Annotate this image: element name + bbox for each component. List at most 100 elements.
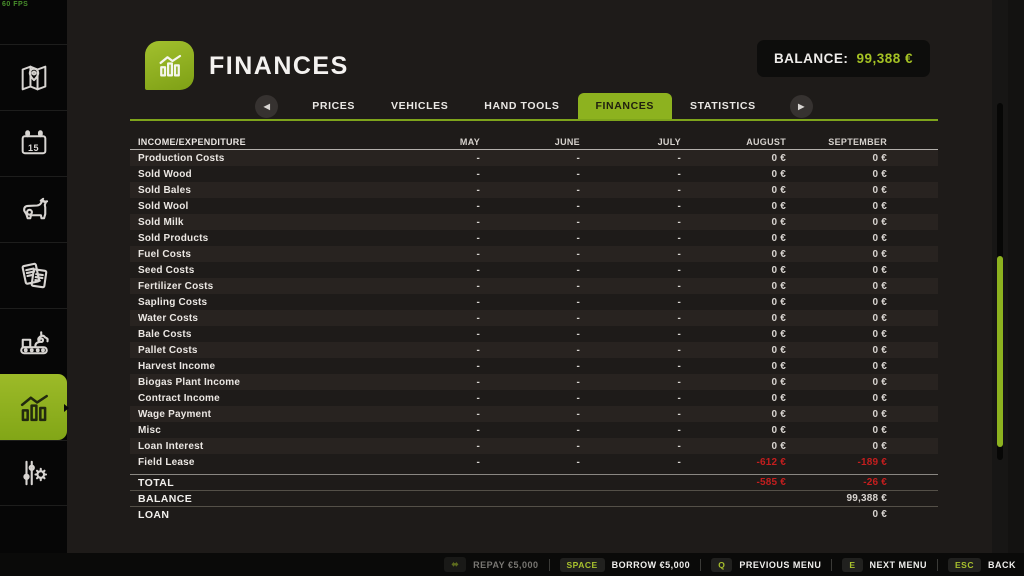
table-summary: TOTAL -585 € -26 € BALANCE 99,388 € LOAN… bbox=[130, 474, 938, 522]
table-row: Bale Costs - - - 0 € 0 € bbox=[130, 326, 938, 342]
cell-may: - bbox=[380, 345, 480, 356]
tab[interactable]: FINANCES bbox=[578, 93, 672, 119]
keybind-hint[interactable]: ESC BACK bbox=[948, 558, 1016, 572]
cell-may: - bbox=[380, 249, 480, 260]
cell-july: - bbox=[580, 457, 681, 468]
table-row: Production Costs - - - 0 € 0 € bbox=[130, 150, 938, 166]
cell-august: 0 € bbox=[681, 361, 786, 372]
tab[interactable]: VEHICLES bbox=[373, 93, 466, 119]
sidebar-item-production[interactable] bbox=[0, 308, 67, 374]
cell-june: - bbox=[480, 393, 580, 404]
cell-september: 0 € bbox=[786, 377, 887, 388]
table-row: Pallet Costs - - - 0 € 0 € bbox=[130, 342, 938, 358]
cell-june: - bbox=[480, 361, 580, 372]
map-icon bbox=[17, 61, 51, 95]
cell-june: - bbox=[480, 201, 580, 212]
cell-july: - bbox=[580, 441, 681, 452]
table-row: Harvest Income - - - 0 € 0 € bbox=[130, 358, 938, 374]
balance-value: 99,388 € bbox=[856, 51, 913, 66]
tab[interactable]: PRICES bbox=[294, 93, 373, 119]
cell-august: 0 € bbox=[681, 441, 786, 452]
row-label: Production Costs bbox=[138, 153, 380, 164]
cell-may: - bbox=[380, 457, 480, 468]
key-cap: E bbox=[842, 558, 862, 572]
row-label: Fuel Costs bbox=[138, 249, 380, 260]
row-label: Sold Wool bbox=[138, 201, 380, 212]
col-header-income-expenditure: INCOME/EXPENDITURE bbox=[138, 137, 380, 147]
cell-september: 0 € bbox=[786, 217, 887, 228]
table-row: Sold Products - - - 0 € 0 € bbox=[130, 230, 938, 246]
cell-june: - bbox=[480, 169, 580, 180]
sidebar-item-finances[interactable] bbox=[0, 374, 67, 440]
tab-bar: ◀ PRICESVEHICLESHAND TOOLSFINANCESSTATIS… bbox=[130, 93, 938, 121]
page-title: FINANCES bbox=[209, 52, 349, 81]
cell-august: -612 € bbox=[681, 457, 786, 468]
key-action-label: BACK bbox=[988, 560, 1016, 570]
keybind-hint[interactable]: ⬌ REPAY €5,000 bbox=[444, 557, 538, 572]
cell-may: - bbox=[380, 169, 480, 180]
cell-august: 0 € bbox=[681, 281, 786, 292]
cell-august: 0 € bbox=[681, 313, 786, 324]
row-label: Contract Income bbox=[138, 393, 380, 404]
cell-september: 99,388 € bbox=[786, 493, 887, 504]
cell-may: - bbox=[380, 217, 480, 228]
row-label: Sapling Costs bbox=[138, 297, 380, 308]
key-cap: ⬌ bbox=[444, 557, 466, 572]
table-row: Misc - - - 0 € 0 € bbox=[130, 422, 938, 438]
table-header-row: INCOME/EXPENDITURE MAY JUNE JULY AUGUST … bbox=[130, 134, 938, 150]
cell-august: 0 € bbox=[681, 169, 786, 180]
tabs-next-button[interactable]: ▶ bbox=[790, 95, 813, 118]
cell-june: - bbox=[480, 153, 580, 164]
cell-june: - bbox=[480, 377, 580, 388]
row-label: Sold Milk bbox=[138, 217, 380, 228]
tab[interactable]: HAND TOOLS bbox=[466, 93, 577, 119]
separator bbox=[831, 559, 832, 571]
sidebar-item-animals[interactable] bbox=[0, 176, 67, 242]
row-label: BALANCE bbox=[138, 493, 380, 505]
documents-icon bbox=[16, 258, 52, 294]
cell-july: - bbox=[580, 313, 681, 324]
main-panel: FINANCES BALANCE: 99,388 € ◀ PRICESVEHIC… bbox=[67, 0, 1008, 553]
cell-june: - bbox=[480, 281, 580, 292]
cell-august: 0 € bbox=[681, 217, 786, 228]
cell-june: - bbox=[480, 265, 580, 276]
sidebar-item-calendar[interactable]: 15 bbox=[0, 110, 67, 176]
cell-june: - bbox=[480, 313, 580, 324]
cell-june: - bbox=[480, 409, 580, 420]
key-cap: SPACE bbox=[560, 558, 605, 572]
cell-july: - bbox=[580, 425, 681, 436]
col-header-august: AUGUST bbox=[681, 137, 786, 147]
page-icon bbox=[145, 41, 194, 90]
cell-july: - bbox=[580, 393, 681, 404]
cell-september: 0 € bbox=[786, 509, 887, 520]
keybind-hint[interactable]: SPACE BORROW €5,000 bbox=[560, 558, 691, 572]
cell-july: - bbox=[580, 409, 681, 420]
cell-may: - bbox=[380, 265, 480, 276]
scrollbar-track[interactable] bbox=[997, 103, 1003, 460]
cell-september: 0 € bbox=[786, 249, 887, 260]
scrollbar-gutter bbox=[992, 0, 1008, 553]
scrollbar-thumb[interactable] bbox=[997, 256, 1003, 447]
sidebar-item-map[interactable] bbox=[0, 44, 67, 110]
cell-july: - bbox=[580, 345, 681, 356]
cell-july: - bbox=[580, 201, 681, 212]
cell-september: 0 € bbox=[786, 265, 887, 276]
cell-september: 0 € bbox=[786, 233, 887, 244]
keybind-hint[interactable]: E NEXT MENU bbox=[842, 558, 927, 572]
sidebar-item-contracts[interactable] bbox=[0, 242, 67, 308]
keybind-hint[interactable]: Q PREVIOUS MENU bbox=[711, 558, 821, 572]
row-label: Loan Interest bbox=[138, 441, 380, 452]
row-label: Field Lease bbox=[138, 457, 380, 468]
table-row: Sold Wood - - - 0 € 0 € bbox=[130, 166, 938, 182]
cell-june: - bbox=[480, 233, 580, 244]
tab[interactable]: STATISTICS bbox=[672, 93, 774, 119]
sidebar-item-settings[interactable] bbox=[0, 440, 67, 506]
cell-may: - bbox=[380, 425, 480, 436]
cell-september: 0 € bbox=[786, 329, 887, 340]
tabs-prev-button[interactable]: ◀ bbox=[255, 95, 278, 118]
row-label: Biogas Plant Income bbox=[138, 377, 380, 388]
table-row: Biogas Plant Income - - - 0 € 0 € bbox=[130, 374, 938, 390]
cell-may: - bbox=[380, 361, 480, 372]
cell-august: 0 € bbox=[681, 329, 786, 340]
row-label: LOAN bbox=[138, 509, 380, 521]
